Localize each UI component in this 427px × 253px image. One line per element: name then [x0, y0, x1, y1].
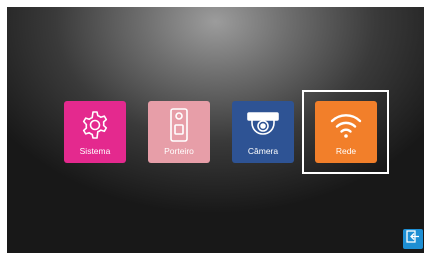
gear-icon [64, 108, 126, 142]
menu-item-label: Porteiro [164, 146, 194, 156]
menu-item-label: Câmera [247, 146, 279, 156]
menu-item-porteiro[interactable]: Porteiro [148, 101, 210, 163]
main-screen: Sistema Porteiro Câmera Rede [7, 7, 424, 253]
doorbell-icon [148, 108, 210, 142]
exit-button[interactable] [403, 229, 423, 249]
dome-camera-icon [232, 108, 294, 142]
wifi-icon [315, 108, 377, 142]
menu-item-sistema[interactable]: Sistema [64, 101, 126, 163]
menu-item-rede[interactable]: Rede [315, 101, 377, 163]
exit-icon [406, 230, 420, 248]
menu-item-label: Sistema [79, 146, 111, 156]
menu-item-camera[interactable]: Câmera [232, 101, 294, 163]
menu-item-label: Rede [335, 146, 357, 156]
